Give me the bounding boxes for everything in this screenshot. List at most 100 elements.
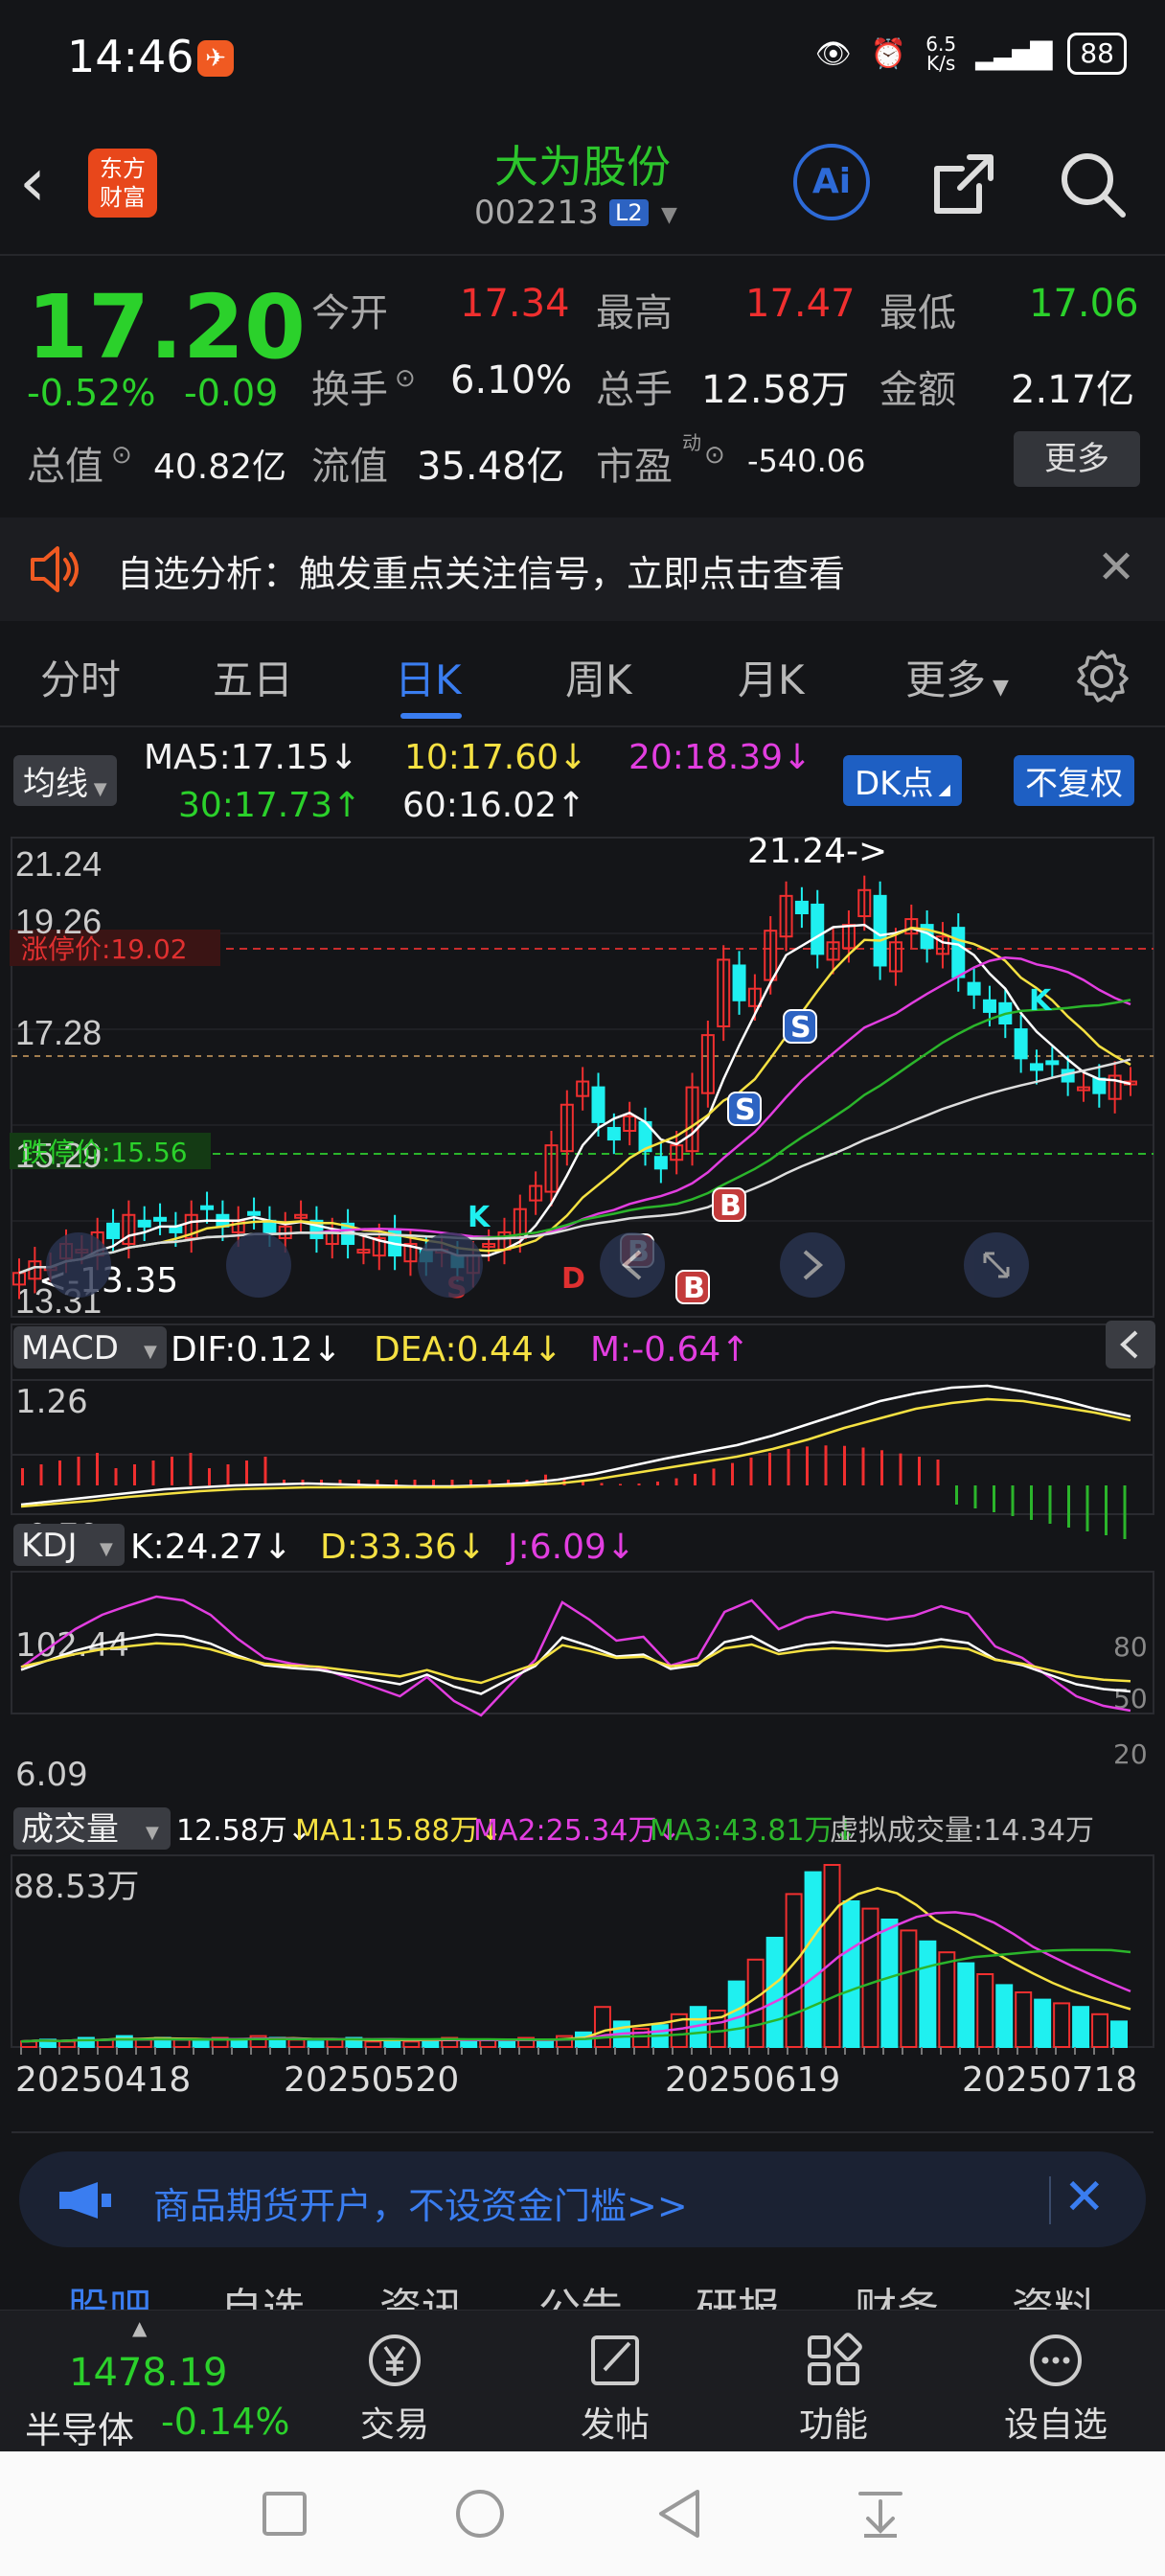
speaker-icon: [29, 544, 82, 594]
expand-up-icon[interactable]: ▲: [132, 2316, 147, 2339]
tab-news[interactable]: 资讯: [379, 2274, 464, 2310]
scroll-left-icon[interactable]: [46, 1232, 111, 1298]
macd-bar: [77, 1457, 80, 1485]
alert-text[interactable]: 自选分析：触发重点关注信号，立即点击查看: [117, 544, 845, 597]
mktcap-value: 40.82亿: [153, 448, 287, 487]
turnover-label[interactable]: 换手: [311, 358, 388, 414]
candle-body: [794, 900, 809, 915]
info-icon[interactable]: ⊙: [111, 441, 132, 470]
macd-bar: [973, 1485, 977, 1508]
scroll-left-icon[interactable]: [600, 1232, 665, 1298]
volume-value: 12.58万↓: [176, 1814, 311, 1848]
chevron-down-icon[interactable]: ▼: [100, 1539, 113, 1559]
info-icon[interactable]: ⊙: [395, 364, 416, 393]
close-icon[interactable]: ✕: [1097, 540, 1135, 594]
tab-profile[interactable]: 资料: [1012, 2274, 1096, 2310]
tab-forum[interactable]: 股吧: [67, 2274, 151, 2310]
dk-button[interactable]: DK点 ◢: [843, 755, 962, 806]
chevron-down-icon[interactable]: ▼: [146, 1823, 159, 1843]
tab-more[interactable]: 更多 ▼: [905, 648, 1009, 706]
quote-panel: 17.20 -0.52% -0.09 今开 17.34 最高 17.47 最低 …: [0, 257, 1165, 511]
ai-button[interactable]: Ai: [793, 144, 870, 220]
ad-text[interactable]: 商品期货开户，不设资金门槛>>: [153, 2176, 688, 2229]
macd-dea: DEA:0.44↓: [374, 1330, 562, 1369]
candle-body: [1014, 1028, 1028, 1060]
macd-m: M:-0.64↑: [590, 1330, 750, 1369]
indicator-selector[interactable]: 均线 ▼: [13, 755, 117, 806]
volume-y-top: 88.53万: [13, 1868, 139, 1906]
date-label: 20250520: [284, 2060, 459, 2100]
tab-watchlist[interactable]: 自选: [220, 2274, 305, 2310]
macd-bar: [413, 1480, 417, 1485]
tab-research[interactable]: 研报: [696, 2274, 780, 2310]
candle-body: [653, 1156, 668, 1170]
tab-five-day[interactable]: 五日: [213, 648, 293, 706]
close-icon[interactable]: ✕: [1063, 2169, 1106, 2226]
tab-intraday[interactable]: 分时: [40, 648, 121, 706]
macd-bar: [263, 1457, 267, 1485]
date-ticks: [20, 2047, 1114, 2055]
tab-announcements[interactable]: 公告: [538, 2274, 623, 2310]
share-icon[interactable]: [927, 148, 1000, 220]
tab-weekly-k[interactable]: 周K: [565, 648, 632, 706]
more-icon: [1030, 2334, 1082, 2386]
volume-selector-label[interactable]: 成交量: [21, 1810, 119, 1849]
kdj-selector-label[interactable]: KDJ: [21, 1527, 78, 1565]
tab-monthly-k[interactable]: 月K: [738, 648, 805, 706]
home-icon[interactable]: [454, 2488, 506, 2540]
level2-badge[interactable]: L2: [609, 199, 649, 226]
pe-label[interactable]: 市盈: [596, 435, 673, 491]
d-line: [20, 1642, 1131, 1685]
volume-bar: [976, 1973, 994, 2048]
back-nav-icon[interactable]: [655, 2488, 703, 2540]
candle-body: [951, 927, 966, 978]
macd-bar: [619, 1484, 622, 1485]
recent-apps-icon[interactable]: [261, 2490, 308, 2538]
chart-nav-controls[interactable]: [46, 1232, 1029, 1298]
info-icon[interactable]: ⊙: [704, 441, 725, 470]
tab-finance[interactable]: 财务: [855, 2274, 939, 2310]
alert-banner[interactable]: 自选分析：触发重点关注信号，立即点击查看 ✕: [0, 518, 1165, 621]
index-name[interactable]: 半导体: [25, 2401, 134, 2453]
ad-banner[interactable]: 商品期货开户，不设资金门槛>> ✕: [19, 2151, 1146, 2247]
scroll-right-icon[interactable]: [780, 1232, 845, 1298]
volume-bar: [1034, 1998, 1052, 2048]
adjust-button[interactable]: 不复权: [1014, 755, 1134, 806]
download-icon[interactable]: [855, 2488, 906, 2540]
volume-bar: [402, 2040, 421, 2049]
index-value[interactable]: 1478.19: [69, 2351, 227, 2395]
add-watchlist-button[interactable]: 设自选: [989, 2330, 1123, 2447]
change-percent: -0.52%: [27, 372, 156, 414]
macd-bar: [955, 1485, 958, 1505]
ma30-value: 30:17.73↑: [178, 786, 362, 825]
kline-chart[interactable]: 21.24 19.26 17.28 15.29 13.31 涨停价:19.02 …: [0, 834, 1165, 2137]
code-dropdown-icon[interactable]: ▼: [661, 203, 677, 227]
trade-button[interactable]: 交易: [328, 2330, 462, 2447]
yen-icon: [369, 2334, 421, 2386]
macd-bar: [806, 1446, 809, 1485]
macd-bar: [843, 1445, 846, 1485]
collapse-panel-button[interactable]: [1106, 1321, 1155, 1368]
chevron-down-icon[interactable]: ▼: [144, 1342, 157, 1362]
post-button[interactable]: 发帖: [548, 2330, 682, 2447]
macd-selector-label[interactable]: MACD: [21, 1329, 119, 1368]
zoom-in-icon[interactable]: [418, 1232, 483, 1298]
y-label-3: 17.28: [15, 1013, 102, 1052]
volume-bar: [804, 1871, 822, 2048]
candle-body: [982, 999, 996, 1013]
gear-icon[interactable]: [1073, 648, 1131, 705]
function-button[interactable]: 功能: [766, 2330, 901, 2447]
mktcap-label[interactable]: 总值: [27, 435, 103, 491]
signal-icon: ▂▃▅▇: [975, 36, 1052, 71]
zoom-out-icon[interactable]: [226, 1232, 291, 1298]
change-value: -0.09: [184, 372, 279, 414]
volume-bar: [842, 1900, 860, 2048]
more-button[interactable]: 更多: [1014, 431, 1140, 487]
macd-bar: [245, 1460, 248, 1485]
macd-bar: [787, 1448, 790, 1485]
stock-code[interactable]: 002213: [474, 194, 599, 232]
tab-daily-k[interactable]: 日K: [395, 648, 462, 706]
divider: [11, 2131, 1154, 2133]
megaphone-icon: [56, 2180, 115, 2220]
search-icon[interactable]: [1056, 148, 1129, 220]
